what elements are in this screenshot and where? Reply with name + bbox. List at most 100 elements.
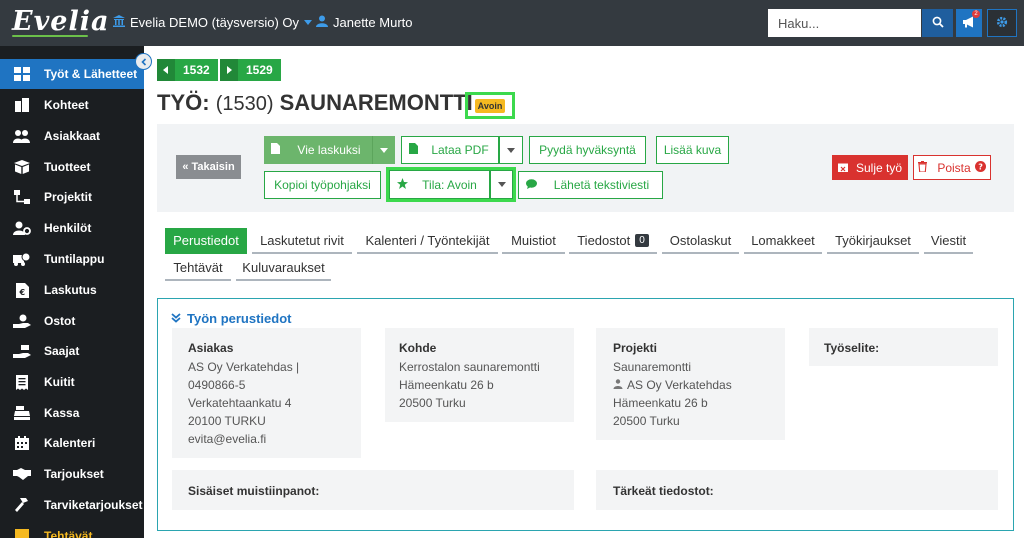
request-approval-button[interactable]: Pyydä hyväksyntä — [529, 136, 646, 164]
tab-ostolaskut[interactable]: Ostolaskut — [662, 228, 739, 254]
sidebar-item-tarjoukset[interactable]: Tarjoukset — [0, 459, 144, 489]
svg-text:€: € — [18, 288, 25, 297]
title-prefix: TYÖ: — [157, 90, 210, 115]
search-icon — [932, 16, 944, 31]
sidebar-item-saajat[interactable]: Saajat — [0, 336, 144, 366]
download-pdf-button[interactable]: Lataa PDF — [401, 136, 499, 164]
section-toggle[interactable]: Työn perustiedot — [171, 311, 291, 326]
site-line: 20500 Turku — [399, 396, 466, 410]
delete-label: Poista — [937, 160, 971, 175]
project-line: Hämeenkatu 26 b — [613, 396, 708, 410]
back-button[interactable]: « Takaisin — [176, 155, 241, 179]
truck-clock-icon — [12, 251, 32, 267]
sidebar-item-tuotteet[interactable]: Tuotteet — [0, 152, 144, 182]
user-menu[interactable]: Janette Murto — [316, 15, 413, 30]
tab-lomakkeet[interactable]: Lomakkeet — [744, 228, 822, 254]
chevron-left-icon — [140, 54, 148, 69]
sidebar-item-kalenteri[interactable]: Kalenteri — [0, 428, 144, 458]
send-sms-button[interactable]: Lähetä tekstiviesti — [518, 171, 663, 199]
sidebar-item-label: Kassa — [44, 406, 80, 420]
title-number: (1530) — [215, 93, 274, 115]
sidebar-item-label: Saajat — [44, 344, 80, 358]
user-cog-icon — [12, 220, 32, 236]
important-files-title: Tärkeät tiedostot: — [613, 484, 714, 498]
internal-notes-title: Sisäiset muistiinpanot: — [188, 484, 320, 498]
tab-kalenteri[interactable]: Kalenteri / Työntekijät — [357, 228, 498, 254]
download-pdf-label: Lataa PDF — [431, 143, 489, 157]
site-line[interactable]: Kerrostalon saunaremontti — [399, 360, 540, 374]
tasks-icon — [12, 528, 32, 538]
tab-tyokirjaukset[interactable]: Työkirjaukset — [827, 228, 919, 254]
double-chevron-left-icon: « — [182, 161, 189, 173]
tab-kuluvaraukset[interactable]: Kuluvaraukset — [236, 255, 331, 281]
next-job-button[interactable]: 1529 — [220, 59, 281, 81]
sidebar-item-label: Asiakkaat — [44, 129, 101, 143]
sidebar-item-kuitit[interactable]: Kuitit — [0, 367, 144, 397]
tab-label: Kalenteri / Työntekijät — [365, 232, 490, 248]
hammer-icon — [12, 497, 32, 513]
close-job-button[interactable]: Sulje työ — [832, 155, 908, 180]
hand-money-icon — [12, 343, 32, 359]
sidebar-item-asiakkaat[interactable]: Asiakkaat — [0, 121, 144, 151]
sidebar-item-laskutus[interactable]: € Laskutus — [0, 275, 144, 305]
previous-job-number: 1532 — [183, 63, 210, 77]
sidebar: Työt & Lähetteet Kohteet Asiakkaat Tuott… — [0, 46, 144, 538]
search-input[interactable] — [768, 9, 921, 37]
customer-line: 20100 TURKU — [188, 414, 266, 428]
organization-selector[interactable]: Evelia DEMO (täysversio) Oy — [113, 15, 313, 30]
sidebar-item-kohteet[interactable]: Kohteet — [0, 90, 144, 120]
status-button-highlight — [386, 167, 516, 202]
sidebar-item-label: Ostot — [44, 314, 76, 328]
customer-email[interactable]: evita@evelia.fi — [188, 432, 266, 446]
sidebar-item-ostot[interactable]: Ostot — [0, 306, 144, 336]
back-label: Takaisin — [191, 161, 235, 173]
sidebar-item-tyot[interactable]: Työt & Lähetteet — [0, 59, 144, 89]
trash-icon — [918, 160, 928, 175]
tab-label: Tehtävät — [173, 259, 223, 275]
project-line[interactable]: Saunaremontti — [613, 360, 691, 374]
sidebar-item-label: Henkilöt — [44, 221, 92, 235]
double-chevron-down-icon — [171, 311, 181, 326]
sidebar-item-tarviketarjoukset[interactable]: Tarviketarjoukset — [0, 490, 144, 520]
project-line: 20500 Turku — [613, 414, 680, 428]
sidebar-item-henkilot[interactable]: Henkilöt — [0, 213, 144, 243]
sidebar-item-tehtavat[interactable]: Tehtävät — [0, 521, 144, 538]
sidebar-item-kassa[interactable]: Kassa — [0, 398, 144, 428]
sidebar-item-tuntilappu[interactable]: Tuntilappu — [0, 244, 144, 274]
copy-template-button[interactable]: Kopioi työpohjaksi — [264, 171, 381, 199]
hand-coin-icon — [12, 313, 32, 329]
search-button[interactable] — [922, 9, 953, 37]
sidebar-item-projektit[interactable]: Projektit — [0, 182, 144, 212]
tab-muistiot[interactable]: Muistiot — [502, 228, 565, 254]
chevron-down-icon — [380, 147, 388, 153]
sidebar-collapse-button[interactable] — [135, 53, 152, 70]
sidebar-item-label: Tuntilappu — [44, 252, 105, 266]
tab-label: Kuluvaraukset — [242, 259, 325, 275]
tab-label: Laskutetut rivit — [260, 232, 344, 248]
export-invoice-button[interactable]: Vie laskuksi — [264, 136, 372, 164]
tab-perustiedot[interactable]: Perustiedot — [165, 228, 247, 254]
sidebar-item-label: Projektit — [44, 190, 93, 204]
copy-template-label: Kopioi työpohjaksi — [274, 178, 371, 192]
logo-underline — [12, 35, 88, 37]
user-icon — [316, 15, 328, 30]
tab-label: Perustiedot — [173, 232, 239, 248]
buildings-icon — [12, 97, 32, 113]
sidebar-item-label: Kalenteri — [44, 436, 96, 450]
project-title: Projekti — [613, 341, 658, 355]
tab-label: Työkirjaukset — [835, 232, 911, 248]
tab-tiedostot[interactable]: Tiedostot 0 — [569, 228, 657, 254]
tab-viestit[interactable]: Viestit — [924, 228, 973, 254]
add-image-button[interactable]: Lisää kuva — [656, 136, 729, 164]
settings-button[interactable] — [987, 9, 1017, 37]
previous-job-button[interactable]: 1532 — [157, 59, 218, 81]
export-invoice-dropdown[interactable] — [372, 136, 395, 164]
tab-tehtavat[interactable]: Tehtävät — [165, 255, 231, 281]
sidebar-item-label: Kuitit — [44, 375, 75, 389]
tab-laskutetut-rivit[interactable]: Laskutetut rivit — [252, 228, 352, 254]
sidebar-item-label: Tarviketarjoukset — [44, 498, 143, 512]
evelia-logo[interactable]: Evelia — [12, 6, 109, 37]
download-pdf-dropdown[interactable] — [499, 136, 523, 164]
request-approval-label: Pyydä hyväksyntä — [539, 143, 636, 157]
delete-button[interactable]: Poista ? — [913, 155, 991, 180]
